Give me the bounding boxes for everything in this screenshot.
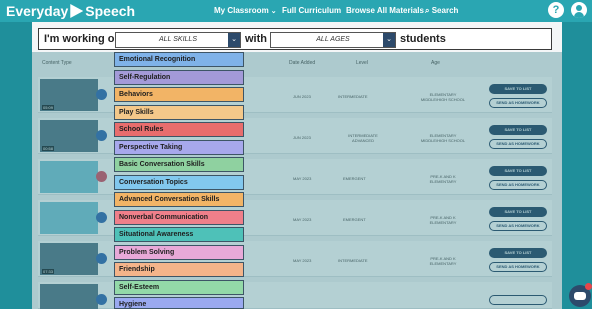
chevron-down-icon: ⌄ xyxy=(228,33,240,47)
brand-logo[interactable]: Everyday Speech xyxy=(6,2,135,20)
skill-option[interactable]: Self-Regulation xyxy=(114,69,244,85)
filter-prefix: I'm working on xyxy=(44,33,122,45)
filter-suffix: students xyxy=(400,33,446,45)
skill-option[interactable]: Basic Conversation Skills xyxy=(114,157,244,172)
nav-my-classroom-label: My Classroom xyxy=(214,6,269,15)
skill-option[interactable]: Emotional Recognition xyxy=(114,52,244,67)
skill-option[interactable]: Situational Awareness xyxy=(114,227,244,242)
skill-option[interactable]: Nonverbal Communication xyxy=(114,209,244,225)
skill-option[interactable]: Hygiene xyxy=(114,297,244,309)
skill-option[interactable]: Behaviors xyxy=(114,87,244,102)
play-icon xyxy=(70,4,84,18)
chat-button[interactable] xyxy=(569,283,592,307)
skill-option[interactable]: Play Skills xyxy=(114,104,244,120)
brand-right-text: Speech xyxy=(85,3,136,19)
skill-option[interactable]: Friendship xyxy=(114,262,244,277)
notification-dot xyxy=(585,283,592,290)
dropdown-overlay xyxy=(32,52,562,309)
skill-option[interactable]: Problem Solving xyxy=(114,244,244,260)
skills-dropdown-list: Emotional Recognition Self-Regulation Be… xyxy=(114,52,244,309)
filter-bar: I'm working on ALL SKILLS ⌄ with ALL AGE… xyxy=(38,28,552,50)
skill-option[interactable]: Perspective Taking xyxy=(114,139,244,155)
ages-select-value: ALL AGES xyxy=(316,36,350,43)
search-icon: ⌕ xyxy=(425,6,430,15)
ages-select[interactable]: ALL AGES ⌄ xyxy=(270,32,396,48)
top-navbar: Everyday Speech My Classroom ⌄ Full Curri… xyxy=(0,0,592,22)
nav-browse-all-materials[interactable]: Browse All Materials xyxy=(346,6,424,15)
nav-my-classroom[interactable]: My Classroom ⌄ xyxy=(214,6,277,15)
skill-option[interactable]: School Rules xyxy=(114,122,244,137)
nav-full-curriculum[interactable]: Full Curriculum xyxy=(282,6,341,15)
chevron-down-icon: ⌄ xyxy=(383,33,395,47)
nav-search-label: Search xyxy=(431,6,459,15)
help-icon[interactable]: ? xyxy=(548,2,564,18)
filter-with: with xyxy=(245,33,267,45)
chat-bubble-icon xyxy=(574,292,586,300)
nav-search[interactable]: ⌕ Search xyxy=(425,6,458,16)
user-account-icon[interactable] xyxy=(571,2,587,18)
brand-left-text: Everyday xyxy=(6,3,69,19)
skills-select-value: ALL SKILLS xyxy=(158,36,197,43)
skill-option[interactable]: Self-Esteem xyxy=(114,279,244,295)
skill-option[interactable]: Advanced Conversation Skills xyxy=(114,192,244,207)
chevron-down-icon: ⌄ xyxy=(270,8,277,15)
skill-option[interactable]: Conversation Topics xyxy=(114,174,244,190)
skills-select[interactable]: ALL SKILLS ⌄ xyxy=(115,32,241,48)
